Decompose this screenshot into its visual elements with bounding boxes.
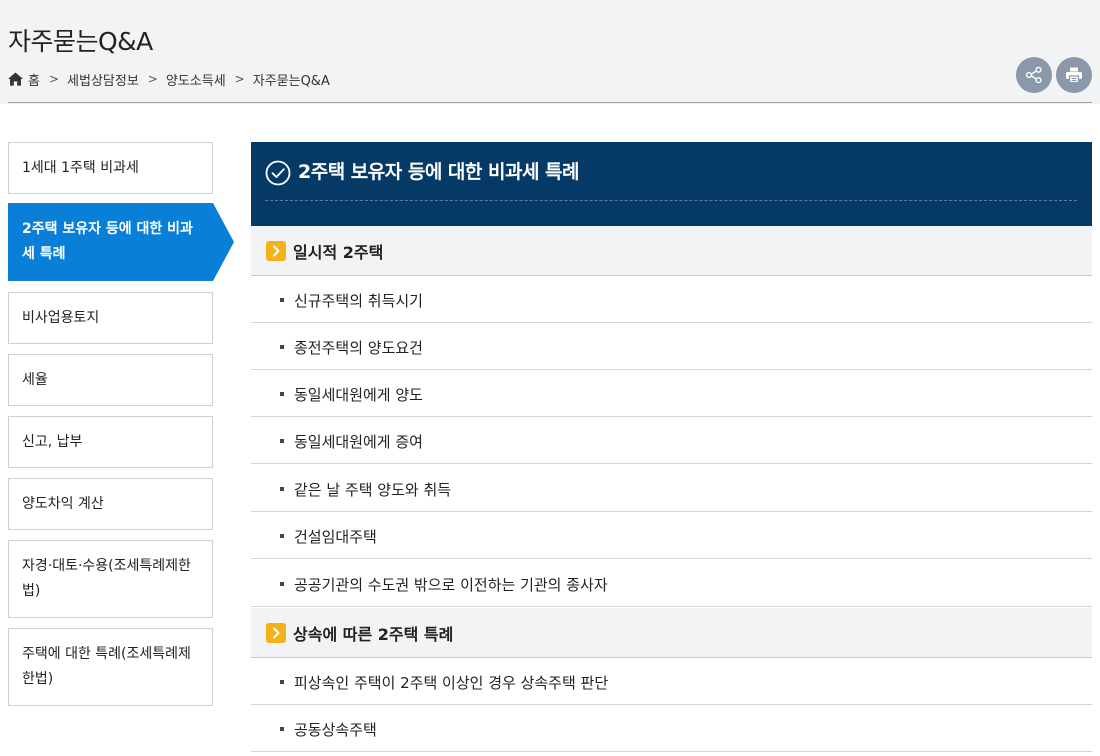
share-icon — [1025, 66, 1042, 84]
list-item-label: 피상속인 주택이 2주택 이상인 경우 상속주택 판단 — [294, 674, 609, 692]
list-item[interactable]: 건설임대주택 — [251, 512, 1092, 559]
sidebar-item-two-house-exemption[interactable]: 2주택 보유자 등에 대한 비과세 특례 — [8, 203, 213, 281]
content-header — [251, 142, 1092, 226]
list-item[interactable]: 피상속인 주택이 2주택 이상인 경우 상속주택 판단 — [251, 658, 1092, 705]
section-temporary-two-houses[interactable]: 일시적 2주택 — [251, 226, 1092, 276]
bullet-icon — [280, 534, 284, 538]
breadcrumb-separator: > — [147, 72, 158, 86]
list-item-label: 신규주택의 취득시기 — [294, 292, 423, 310]
list-item[interactable]: 신규주택의 취득시기 — [251, 276, 1092, 323]
list-item[interactable]: 동일세대원에게 양도 — [251, 370, 1092, 417]
chevron-right-icon — [266, 241, 286, 261]
bullet-icon — [280, 487, 284, 491]
page-title: 자주묻는Q&A — [8, 27, 153, 56]
sidebar-item-label: 2주택 보유자 등에 대한 비과세 특례 — [22, 221, 193, 262]
header-dashed-line — [265, 200, 1077, 201]
home-icon[interactable] — [8, 72, 23, 86]
sidebar-item-label: 비사업용토지 — [22, 309, 100, 326]
list-item-label: 같은 날 주택 양도와 취득 — [294, 481, 452, 499]
breadcrumb-home[interactable]: 홈 — [28, 70, 40, 89]
sidebar-item-housing-special-provisions[interactable]: 주택에 대한 특례(조세특례제한법) — [8, 628, 213, 706]
share-button[interactable] — [1016, 57, 1052, 93]
list-item[interactable]: 공공기관의 수도권 밖으로 이전하는 기관의 종사자 — [251, 560, 1092, 607]
chevron-right-icon — [266, 623, 286, 643]
check-circle-icon — [265, 160, 291, 186]
breadcrumb-tax-consulting[interactable]: 세법상담정보 — [67, 70, 139, 89]
active-item-arrow — [213, 203, 234, 281]
bullet-icon — [280, 392, 284, 396]
sidebar-item-label: 자경·대토·수용(조세특례제한법) — [22, 558, 191, 599]
breadcrumb-current: 자주묻는Q&A — [252, 73, 330, 89]
bullet-icon — [280, 439, 284, 443]
sidebar-item-label: 세율 — [22, 371, 48, 388]
sidebar-item-label: 주택에 대한 특례(조세특례제한법) — [22, 646, 191, 687]
list-item[interactable]: 같은 날 주택 양도와 취득 — [251, 465, 1092, 512]
sidebar-item-label: 양도차익 계산 — [22, 495, 104, 512]
list-item-label: 동일세대원에게 양도 — [294, 386, 423, 404]
print-button[interactable] — [1056, 57, 1092, 93]
breadcrumb: 홈 > 세법상담정보 > 양도소득세 > 자주묻는Q&A — [8, 70, 330, 89]
sidebar-item-tax-rate[interactable]: 세율 — [8, 354, 213, 406]
print-icon — [1066, 67, 1082, 84]
breadcrumb-separator: > — [234, 72, 245, 86]
sidebar-item-capital-gain-calculation[interactable]: 양도차익 계산 — [8, 478, 213, 530]
sidebar-item-self-farming-expropriation[interactable]: 자경·대토·수용(조세특례제한법) — [8, 540, 213, 618]
bullet-icon — [280, 582, 284, 586]
page-header: 자주묻는Q&A 홈 > 세법상담정보 > 양도소득세 > 자주묻는Q&A — [0, 0, 1100, 104]
sidebar-item-label: 1세대 1주택 비과세 — [22, 159, 139, 176]
sidebar-item-filing-payment[interactable]: 신고, 납부 — [8, 416, 213, 468]
bullet-icon — [280, 298, 284, 302]
list-item-label: 건설임대주택 — [294, 528, 377, 546]
list-item[interactable]: 공동상속주택 — [251, 705, 1092, 752]
section-label: 일시적 2주택 — [293, 243, 384, 262]
sidebar-item-label: 신고, 납부 — [22, 433, 83, 450]
breadcrumb-capital-gains-tax[interactable]: 양도소득세 — [166, 70, 226, 89]
sidebar-item-single-household-exemption[interactable]: 1세대 1주택 비과세 — [8, 142, 213, 194]
sidebar-item-non-business-land[interactable]: 비사업용토지 — [8, 292, 213, 344]
bullet-icon — [280, 680, 284, 684]
list-item-label: 공공기관의 수도권 밖으로 이전하는 기관의 종사자 — [294, 576, 608, 594]
list-item-label: 종전주택의 양도요건 — [294, 339, 423, 357]
list-item-label: 동일세대원에게 증여 — [294, 433, 423, 451]
content-title: 2주택 보유자 등에 대한 비과세 특례 — [298, 161, 580, 183]
bullet-icon — [280, 727, 284, 731]
list-item-label: 공동상속주택 — [294, 721, 377, 739]
section-inheritance-two-houses[interactable]: 상속에 따른 2주택 특례 — [251, 608, 1092, 658]
bullet-icon — [280, 345, 284, 349]
list-item[interactable]: 동일세대원에게 증여 — [251, 417, 1092, 464]
breadcrumb-separator: > — [48, 72, 60, 86]
list-item[interactable]: 종전주택의 양도요건 — [251, 323, 1092, 370]
header-divider — [8, 102, 1092, 103]
section-label: 상속에 따른 2주택 특례 — [293, 625, 454, 644]
